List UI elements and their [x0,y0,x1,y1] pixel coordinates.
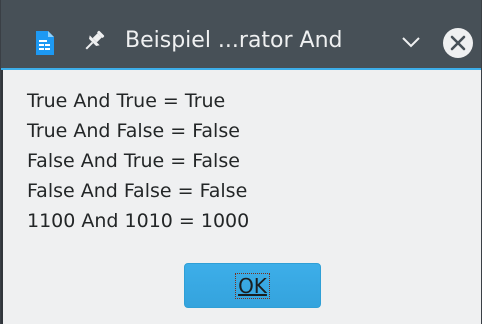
close-icon[interactable] [441,26,475,60]
document-icon[interactable] [33,30,57,56]
message-line: False And False = False [27,180,248,202]
title-bar[interactable]: Beispiel ...rator And [1,0,481,70]
message-line: True And False = False [27,120,240,142]
message-text: True And True = True True And False = Fa… [27,86,249,236]
chevron-down-icon[interactable] [399,30,423,54]
message-dialog-window: Beispiel ...rator And True And True = Tr… [0,0,482,324]
pin-icon[interactable] [81,28,107,54]
dialog-content: True And True = True True And False = Fa… [1,70,481,324]
window-border [1,70,3,324]
ok-button[interactable]: OK [184,263,321,308]
message-line: False And True = False [27,150,240,172]
message-line: True And True = True [27,90,226,112]
window-title: Beispiel ...rator And [125,28,343,53]
message-line: 1100 And 1010 = 1000 [27,210,250,232]
ok-button-label: OK [235,272,270,299]
